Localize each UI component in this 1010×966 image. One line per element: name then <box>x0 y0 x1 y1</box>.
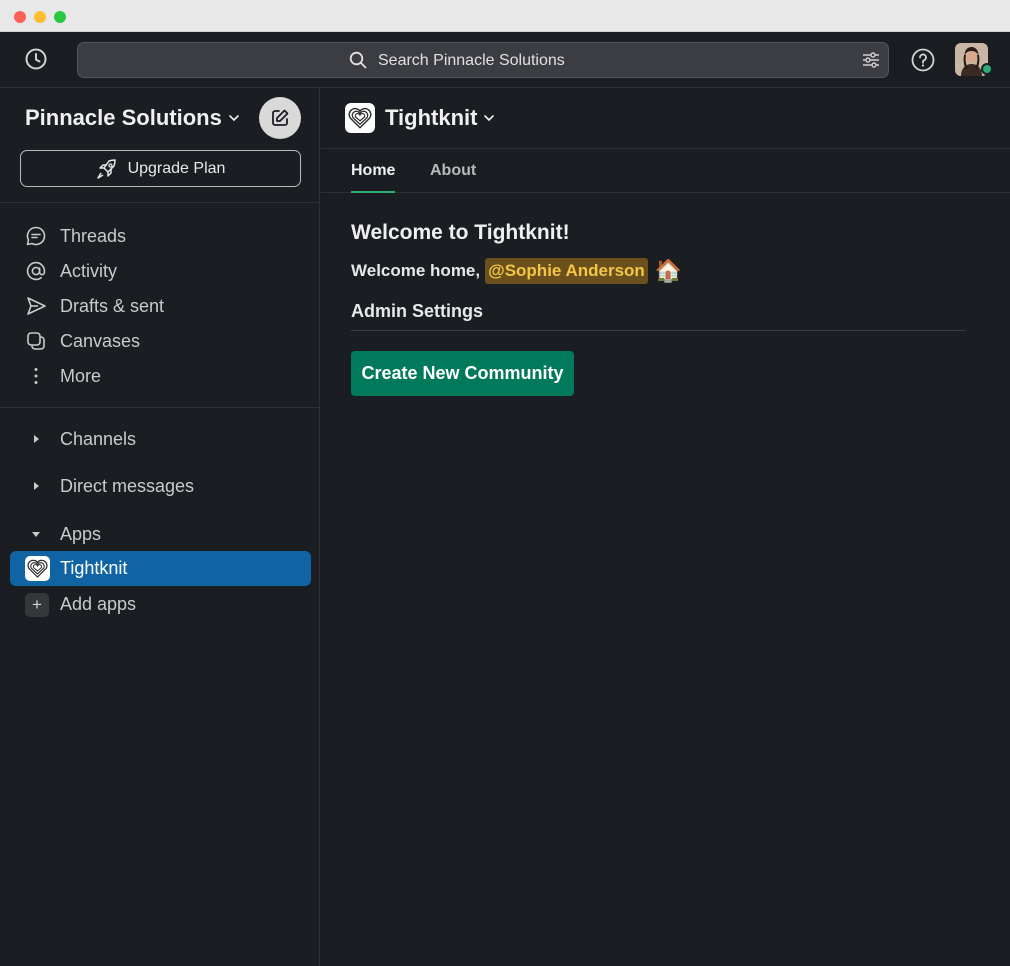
tab-about[interactable]: About <box>430 162 476 193</box>
app-title: Tightknit <box>385 105 478 130</box>
add-apps-button[interactable]: + Add apps <box>25 588 136 621</box>
plus-icon: + <box>25 592 49 617</box>
welcome-title: Welcome to Tightknit! <box>351 221 570 244</box>
search-icon <box>349 51 367 69</box>
upgrade-plan-label: Upgrade Plan <box>127 159 226 177</box>
filter-sliders-icon[interactable] <box>862 51 880 69</box>
caret-right-icon <box>24 434 47 444</box>
send-icon <box>24 295 47 318</box>
close-window-button[interactable] <box>14 11 26 23</box>
section-direct-messages[interactable]: Direct messages <box>24 471 194 501</box>
sidebar-item-more[interactable]: More <box>24 361 101 391</box>
app-tabs: Home About <box>321 149 1010 193</box>
main-pane: Tightknit Home About Welcome to Tightkni… <box>321 88 1010 966</box>
workspace-name: Pinnacle Solutions <box>25 105 222 130</box>
sidebar-item-label: Drafts & sent <box>60 295 165 316</box>
sidebar-item-label: More <box>60 365 102 386</box>
chevron-down-icon <box>229 115 239 122</box>
create-new-community-button[interactable]: Create New Community <box>351 351 574 396</box>
presence-indicator <box>981 63 993 75</box>
canvas-icon <box>24 330 47 353</box>
clock-icon <box>25 48 47 70</box>
welcome-prefix: Welcome home, <box>351 261 481 280</box>
sidebar-item-drafts[interactable]: Drafts & sent <box>24 291 164 321</box>
app-header: Tightknit <box>321 88 1010 149</box>
window-titlebar <box>0 0 1010 32</box>
sidebar-item-label: Activity <box>60 260 118 281</box>
add-apps-label: Add apps <box>60 594 137 614</box>
help-icon <box>911 48 935 72</box>
section-label: Channels <box>60 428 137 449</box>
section-channels[interactable]: Channels <box>24 424 136 454</box>
section-apps[interactable]: Apps <box>24 519 101 549</box>
top-bar: Search Pinnacle Solutions <box>0 32 1010 88</box>
house-emoji-icon: 🏠 <box>654 258 683 283</box>
history-button[interactable] <box>22 45 50 73</box>
section-label: Direct messages <box>60 475 195 496</box>
maximize-window-button[interactable] <box>54 11 66 23</box>
sidebar-item-activity[interactable]: Activity <box>24 256 117 286</box>
more-vertical-icon <box>24 365 47 388</box>
app-title-dropdown[interactable]: Tightknit <box>385 105 495 131</box>
help-button[interactable] <box>910 47 936 73</box>
sidebar-item-threads[interactable]: Threads <box>24 221 126 251</box>
caret-down-icon <box>24 529 47 539</box>
search-placeholder: Search Pinnacle Solutions <box>378 52 565 69</box>
sidebar-item-tightknit[interactable]: Tightknit <box>10 551 311 586</box>
sidebar-item-label: Canvases <box>60 330 141 351</box>
sidebar-divider <box>0 407 320 408</box>
sidebar: Pinnacle Solutions Upgrade Plan Threads … <box>0 88 320 966</box>
section-label: Apps <box>60 523 102 544</box>
admin-settings-heading: Admin Settings <box>351 301 484 321</box>
sidebar-item-canvases[interactable]: Canvases <box>24 326 140 356</box>
minimize-window-button[interactable] <box>34 11 46 23</box>
tightknit-logo-icon <box>345 103 375 133</box>
app-label: Tightknit <box>60 558 128 578</box>
tightknit-logo-icon <box>25 556 50 581</box>
threads-icon <box>24 225 47 248</box>
compose-button[interactable] <box>259 97 301 139</box>
caret-right-icon <box>24 481 47 491</box>
tab-home[interactable]: Home <box>351 162 396 193</box>
upgrade-plan-button[interactable]: Upgrade Plan <box>20 150 301 187</box>
sidebar-item-label: Threads <box>60 225 127 246</box>
chevron-down-icon <box>484 115 495 122</box>
workspace-switcher[interactable]: Pinnacle Solutions <box>25 105 240 131</box>
search-bar[interactable]: Search Pinnacle Solutions <box>77 42 889 78</box>
at-icon <box>24 260 47 283</box>
user-mention[interactable]: @Sophie Anderson <box>485 258 648 284</box>
sidebar-divider <box>0 202 320 203</box>
compose-icon <box>272 109 289 126</box>
welcome-message: Welcome home, @Sophie Anderson 🏠 <box>351 258 682 284</box>
admin-divider <box>351 330 965 331</box>
rocket-icon <box>96 158 116 179</box>
